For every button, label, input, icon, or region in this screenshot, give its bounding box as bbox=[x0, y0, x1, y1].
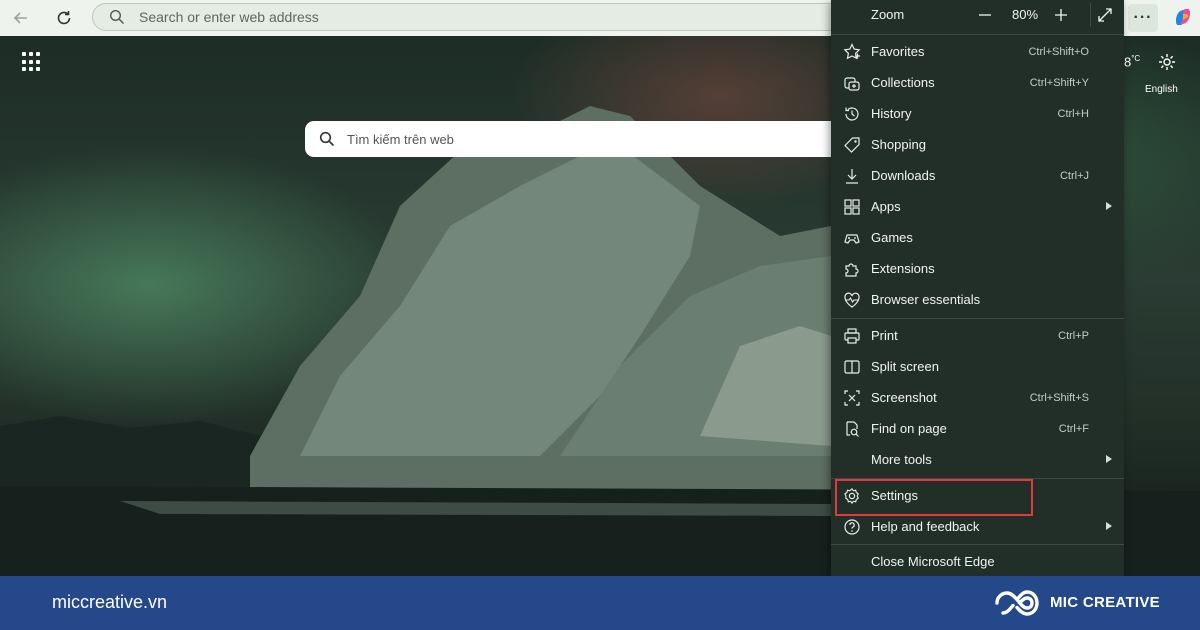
brand-name: MIC CREATIVE bbox=[1050, 594, 1160, 611]
zoom-row: Zoom 80% bbox=[831, 0, 1124, 30]
menu-item-browser-essentials[interactable]: Browser essentials bbox=[831, 284, 1124, 315]
menu-divider bbox=[831, 544, 1124, 545]
menu-item-label: Apps bbox=[871, 199, 901, 214]
menu-item-shortcut: Ctrl+Shift+O bbox=[1028, 45, 1089, 58]
menu-item-label: Games bbox=[871, 230, 913, 245]
zoom-label: Zoom bbox=[871, 7, 905, 22]
menu-item-label: Screenshot bbox=[871, 390, 937, 405]
temperature-unit: °C bbox=[1131, 54, 1141, 63]
menu-item-screenshot[interactable]: Screenshot Ctrl+Shift+S bbox=[831, 382, 1124, 413]
menu-item-find-on-page[interactable]: Find on page Ctrl+F bbox=[831, 413, 1124, 444]
refresh-icon bbox=[57, 11, 71, 25]
menu-item-shortcut: Ctrl+P bbox=[1058, 329, 1089, 342]
menu-item-label: Favorites bbox=[871, 44, 925, 59]
split-screen-icon bbox=[842, 357, 862, 377]
menu-item-settings[interactable]: Settings bbox=[831, 480, 1124, 511]
address-bar[interactable]: Search or enter web address bbox=[92, 3, 842, 31]
menu-item-shortcut: Ctrl+Shift+Y bbox=[1029, 76, 1089, 89]
menu-item-label: Collections bbox=[871, 75, 935, 90]
zoom-out-button[interactable] bbox=[973, 3, 997, 27]
find-icon bbox=[842, 419, 862, 439]
mic-creative-logo bbox=[995, 590, 1039, 616]
screenshot-icon bbox=[842, 388, 862, 408]
chevron-right-icon bbox=[1106, 455, 1112, 463]
apps-icon bbox=[842, 197, 862, 217]
site-url: miccreative.vn bbox=[52, 592, 168, 612]
help-icon bbox=[842, 517, 862, 537]
arrow-left-icon bbox=[13, 12, 27, 24]
copilot-button[interactable] bbox=[1170, 4, 1196, 30]
fullscreen-button[interactable] bbox=[1090, 3, 1114, 27]
minus-icon bbox=[979, 14, 991, 16]
weather-temperature[interactable]: 8°C bbox=[1124, 54, 1140, 69]
collections-icon bbox=[842, 73, 862, 93]
menu-item-shortcut: Ctrl+H bbox=[1057, 107, 1089, 120]
history-icon bbox=[842, 104, 862, 124]
zoom-value: 80% bbox=[1012, 7, 1039, 22]
menu-item-shortcut: Ctrl+J bbox=[1059, 169, 1089, 182]
back-button[interactable] bbox=[6, 3, 36, 33]
web-search-placeholder: Tìm kiếm trên web bbox=[347, 131, 454, 147]
menu-item-label: Print bbox=[871, 328, 898, 343]
address-placeholder: Search or enter web address bbox=[139, 9, 319, 25]
plus-icon bbox=[1055, 9, 1067, 21]
menu-divider bbox=[831, 34, 1124, 35]
expand-icon bbox=[1097, 8, 1112, 22]
settings-and-more-button[interactable]: ··· bbox=[1128, 4, 1158, 32]
menu-item-games[interactable]: Games bbox=[831, 222, 1124, 253]
menu-item-label: Find on page bbox=[871, 421, 947, 436]
menu-item-extensions[interactable]: Extensions bbox=[831, 253, 1124, 284]
menu-item-split-screen[interactable]: Split screen bbox=[831, 351, 1124, 382]
menu-item-label: Close Microsoft Edge bbox=[871, 554, 995, 569]
menu-divider bbox=[831, 318, 1124, 319]
search-icon bbox=[109, 9, 124, 24]
tag-icon bbox=[842, 135, 862, 155]
download-icon bbox=[842, 166, 862, 186]
gamepad-icon bbox=[842, 228, 862, 248]
language-label[interactable]: English bbox=[1145, 84, 1178, 95]
menu-item-label: Help and feedback bbox=[871, 519, 980, 534]
menu-item-shortcut: Ctrl+F bbox=[1058, 422, 1089, 435]
heart-pulse-icon bbox=[842, 290, 862, 310]
menu-item-help-and-feedback[interactable]: Help and feedback bbox=[831, 511, 1124, 542]
menu-divider bbox=[831, 478, 1124, 479]
brand-banner: miccreative.vn MIC CREATIVE bbox=[0, 576, 1200, 630]
menu-item-label: Browser essentials bbox=[871, 292, 981, 307]
chevron-right-icon bbox=[1106, 522, 1112, 530]
menu-item-shortcut: Ctrl+Shift+S bbox=[1029, 391, 1089, 404]
puzzle-icon bbox=[842, 259, 862, 279]
menu-item-more-tools[interactable]: More tools bbox=[831, 444, 1124, 475]
settings-and-more-menu: Zoom 80% Favorites Ctrl+Shift+O Collecti… bbox=[831, 0, 1124, 576]
gear-icon bbox=[842, 486, 862, 506]
menu-item-label: Split screen bbox=[871, 359, 939, 374]
page-settings-button[interactable] bbox=[1157, 52, 1177, 72]
search-icon bbox=[319, 131, 335, 147]
copilot-icon bbox=[1176, 9, 1190, 25]
menu-item-label: Downloads bbox=[871, 168, 936, 183]
web-search-box[interactable]: Tìm kiếm trên web bbox=[305, 121, 865, 157]
menu-item-label: More tools bbox=[871, 452, 932, 467]
menu-item-downloads[interactable]: Downloads Ctrl+J bbox=[831, 160, 1124, 191]
gear-icon bbox=[1159, 54, 1175, 70]
menu-item-label: Settings bbox=[871, 488, 918, 503]
menu-item-label: Shopping bbox=[871, 137, 926, 152]
apps-launcher-button[interactable] bbox=[22, 52, 42, 72]
menu-item-label: History bbox=[871, 106, 912, 121]
chevron-right-icon bbox=[1106, 202, 1112, 210]
menu-item-apps[interactable]: Apps bbox=[831, 191, 1124, 222]
menu-item-favorites[interactable]: Favorites Ctrl+Shift+O bbox=[831, 36, 1124, 67]
printer-icon bbox=[842, 326, 862, 346]
menu-item-history[interactable]: History Ctrl+H bbox=[831, 98, 1124, 129]
menu-item-shopping[interactable]: Shopping bbox=[831, 129, 1124, 160]
refresh-button[interactable] bbox=[49, 3, 79, 33]
menu-item-print[interactable]: Print Ctrl+P bbox=[831, 320, 1124, 351]
zoom-in-button[interactable] bbox=[1049, 3, 1073, 27]
menu-item-close-microsoft-edge[interactable]: Close Microsoft Edge bbox=[831, 546, 1124, 577]
menu-item-label: Extensions bbox=[871, 261, 935, 276]
menu-item-collections[interactable]: Collections Ctrl+Shift+Y bbox=[831, 67, 1124, 98]
star-icon bbox=[842, 42, 862, 62]
